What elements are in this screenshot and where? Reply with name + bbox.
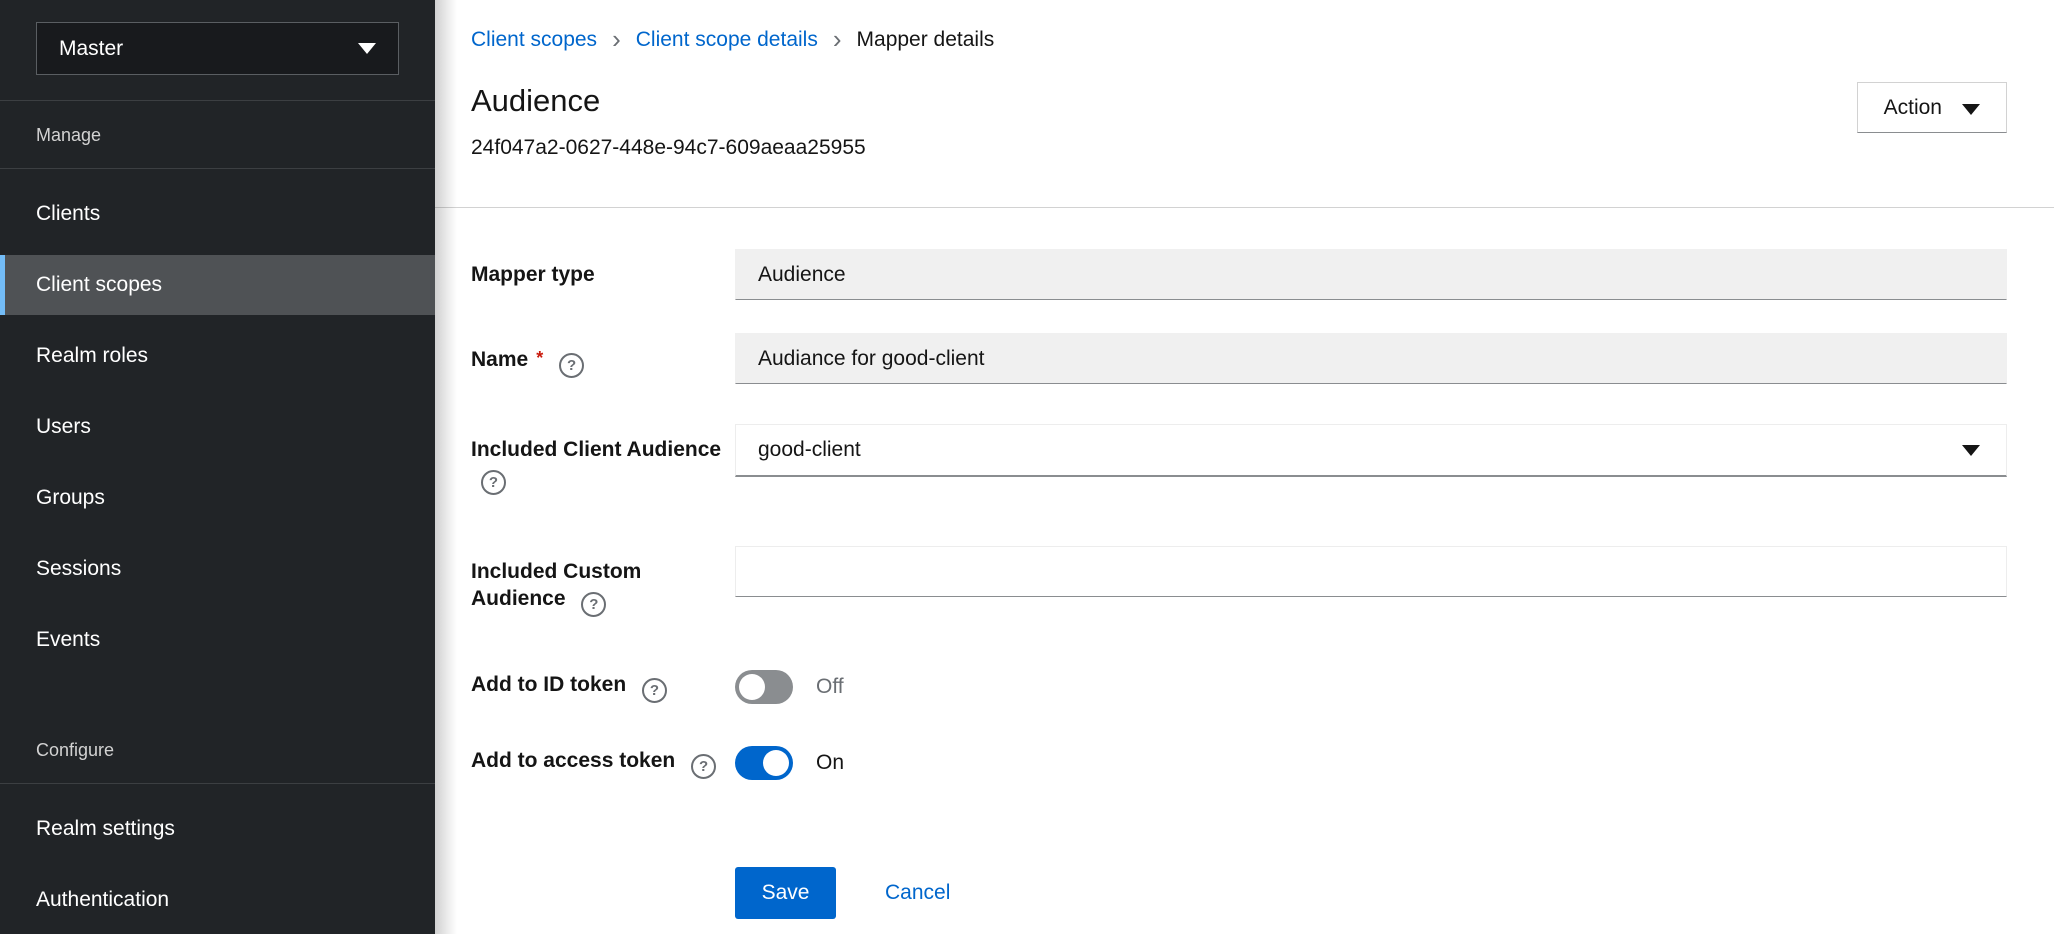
add-to-access-token-label: Add to access token ? (471, 747, 735, 779)
switch-knob (739, 674, 765, 700)
sidebar-header: Master (0, 0, 435, 101)
help-icon[interactable]: ? (642, 678, 667, 703)
sidebar-item-label: Clients (36, 202, 100, 226)
sidebar-item-label: Realm roles (36, 344, 148, 368)
add-to-id-token-field: Off (735, 670, 2007, 704)
sidebar-item-label: Groups (36, 486, 105, 510)
breadcrumb-separator-icon: › (612, 26, 621, 53)
add-to-access-token-state: On (816, 751, 844, 775)
caret-down-icon (358, 43, 376, 54)
nav-section-title-manage: Manage (0, 101, 435, 169)
caret-down-icon (1962, 104, 1980, 115)
selected-option: good-client (758, 438, 861, 462)
required-asterisk: * (536, 348, 543, 368)
title-block: Audience 24f047a2-0627-448e-94c7-609aeaa… (471, 82, 866, 161)
breadcrumb: Client scopes › Client scope details › M… (471, 26, 2007, 53)
action-menu-label: Action (1884, 96, 1942, 120)
sidebar-item-groups[interactable]: Groups (0, 468, 435, 528)
help-icon[interactable]: ? (559, 353, 584, 378)
mapper-form: Mapper type Name* ? Included Client Audi… (435, 208, 2054, 919)
sidebar-item-realm-settings[interactable]: Realm settings (0, 799, 435, 859)
mapper-type-input[interactable] (735, 249, 2007, 300)
included-custom-audience-input[interactable] (735, 546, 2007, 597)
add-to-access-token-field: On (735, 746, 2007, 780)
save-button[interactable]: Save (735, 867, 836, 919)
sidebar-item-users[interactable]: Users (0, 397, 435, 457)
form-row-mapper-type: Mapper type (471, 249, 2007, 300)
sidebar-item-label: Sessions (36, 557, 121, 581)
sidebar-nav: Manage Clients Client scopes Realm roles… (0, 101, 435, 930)
page-title: Audience (471, 82, 866, 120)
nav-list-manage: Clients Client scopes Realm roles Users … (0, 184, 435, 670)
switch-knob (763, 750, 789, 776)
breadcrumb-current: Mapper details (857, 26, 995, 53)
form-row-included-client-audience: Included Client Audience ? good-client (471, 424, 2007, 495)
action-menu-button[interactable]: Action (1857, 82, 2007, 133)
realm-selector-dropdown[interactable]: Master (36, 22, 399, 75)
form-row-add-to-access-token: Add to access token ? On (471, 746, 2007, 780)
cancel-button[interactable]: Cancel (885, 881, 950, 905)
sidebar-item-sessions[interactable]: Sessions (0, 539, 435, 599)
form-row-name: Name* ? (471, 333, 2007, 384)
mapper-type-label: Mapper type (471, 249, 735, 288)
nav-list-configure: Realm settings Authentication (0, 799, 435, 930)
sidebar-item-clients[interactable]: Clients (0, 184, 435, 244)
caret-down-icon (1962, 445, 1980, 456)
included-client-audience-select[interactable]: good-client (735, 424, 2007, 477)
name-label: Name* ? (471, 333, 735, 378)
sidebar-item-label: Events (36, 628, 100, 652)
breadcrumb-link-client-scopes[interactable]: Client scopes (471, 26, 597, 53)
add-to-id-token-state: Off (816, 675, 844, 699)
mapper-id: 24f047a2-0627-448e-94c7-609aeaa25955 (471, 134, 866, 161)
add-to-id-token-label: Add to ID token ? (471, 671, 735, 703)
app-window: Master Manage Clients Client scopes Real… (0, 0, 2054, 934)
name-input[interactable] (735, 333, 2007, 384)
sidebar-item-label: Realm settings (36, 817, 175, 841)
add-to-access-token-switch[interactable] (735, 746, 793, 780)
form-actions: Save Cancel (735, 867, 2007, 919)
included-custom-audience-label: Included Custom Audience ? (471, 546, 735, 617)
help-icon[interactable]: ? (691, 754, 716, 779)
sidebar-item-authentication[interactable]: Authentication (0, 870, 435, 930)
help-icon[interactable]: ? (581, 592, 606, 617)
main-content: Client scopes › Client scope details › M… (435, 0, 2054, 934)
form-row-included-custom-audience: Included Custom Audience ? (471, 546, 2007, 617)
included-client-audience-label: Included Client Audience ? (471, 424, 735, 495)
title-row: Audience 24f047a2-0627-448e-94c7-609aeaa… (471, 82, 2007, 161)
page-header: Client scopes › Client scope details › M… (435, 0, 2054, 208)
breadcrumb-separator-icon: › (833, 26, 842, 53)
sidebar-item-client-scopes[interactable]: Client scopes (0, 255, 435, 315)
sidebar-item-label: Users (36, 415, 91, 439)
nav-section-title-configure: Configure (0, 716, 435, 784)
sidebar-item-label: Client scopes (36, 273, 162, 297)
sidebar-item-label: Authentication (36, 888, 169, 912)
add-to-id-token-switch[interactable] (735, 670, 793, 704)
sidebar-item-events[interactable]: Events (0, 610, 435, 670)
breadcrumb-link-client-scope-details[interactable]: Client scope details (636, 26, 818, 53)
nav-section-manage: Manage Clients Client scopes Realm roles… (0, 101, 435, 670)
form-row-add-to-id-token: Add to ID token ? Off (471, 670, 2007, 704)
sidebar-item-realm-roles[interactable]: Realm roles (0, 326, 435, 386)
sidebar: Master Manage Clients Client scopes Real… (0, 0, 435, 934)
nav-section-configure: Configure Realm settings Authentication (0, 716, 435, 930)
help-icon[interactable]: ? (481, 470, 506, 495)
realm-selector-label: Master (59, 37, 123, 61)
